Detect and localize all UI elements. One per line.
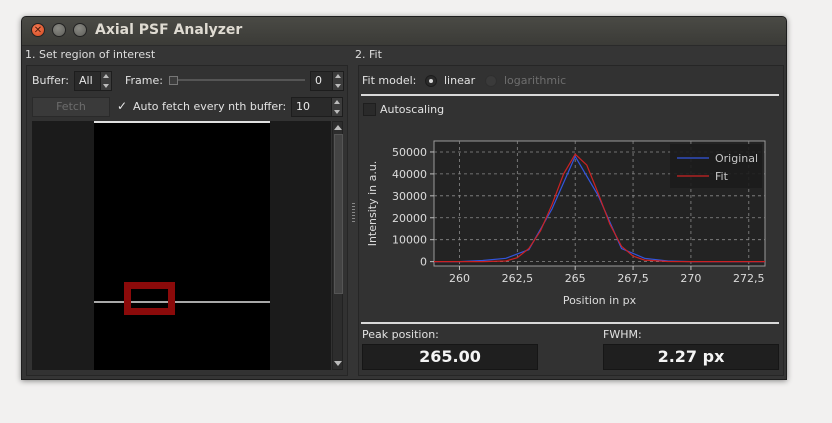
x-tick-label: 265: [565, 272, 586, 285]
minimize-window-button[interactable]: [52, 23, 66, 37]
legend-label-original: Original: [715, 152, 758, 165]
image-viewer[interactable]: [32, 121, 331, 370]
x-axis-label: Position in px: [563, 294, 637, 307]
roi-panel: Buffer: All Frame: 0 Fetch ✓ Auto fetch …: [26, 65, 348, 376]
x-tick-label: 272,5: [733, 272, 765, 285]
buffer-label: Buffer:: [32, 74, 69, 87]
frame-slider-handle[interactable]: [169, 76, 178, 85]
logarithmic-radio[interactable]: [485, 75, 497, 87]
fit-model-label: Fit model:: [362, 74, 417, 87]
linear-radio[interactable]: [425, 75, 437, 87]
fit-group-title: 2. Fit: [355, 48, 382, 61]
image-top-border: [94, 121, 270, 123]
separator-bottom: [361, 322, 779, 324]
frame-spinbox[interactable]: 0: [310, 71, 344, 91]
scroll-up-icon[interactable]: [334, 125, 342, 130]
autoscaling-label: Autoscaling: [380, 103, 445, 116]
linear-label: linear: [444, 74, 476, 87]
legend-label-fit: Fit: [715, 170, 729, 183]
roi-group-title: 1. Set region of interest: [25, 48, 156, 61]
peak-position-value: 265.00: [362, 344, 538, 370]
y-tick-label: 20000: [392, 212, 427, 225]
splitter-handle[interactable]: [352, 203, 355, 223]
scrollbar-thumb[interactable]: [334, 134, 343, 294]
auto-fetch-label: Auto fetch every nth buffer:: [133, 100, 287, 113]
frame-label: Frame:: [125, 74, 163, 87]
image-scrollbar[interactable]: [332, 121, 343, 370]
auto-fetch-spinbox[interactable]: 10: [291, 97, 343, 117]
y-tick-label: 30000: [392, 190, 427, 203]
auto-fetch-spin-arrows-icon[interactable]: [331, 98, 342, 116]
y-axis-label: Intensity in a.u.: [366, 161, 379, 247]
fit-panel: Fit model: linear logarithmic Autoscalin…: [358, 65, 784, 376]
psf-chart: 260 262,5 265 267,5 270 272,5 0 10000 20000 30000…: [366, 140, 766, 307]
x-tick-label: 262,5: [502, 272, 534, 285]
window-title: Axial PSF Analyzer: [95, 22, 243, 38]
fwhm-label: FWHM:: [603, 328, 642, 341]
x-tick-label: 260: [449, 272, 470, 285]
profile-line: [94, 301, 270, 303]
fetch-button[interactable]: Fetch: [32, 97, 110, 117]
y-tick-label: 40000: [392, 168, 427, 181]
close-window-button[interactable]: ✕: [31, 23, 45, 37]
buffer-value: All: [79, 74, 93, 87]
y-tick-label: 50000: [392, 146, 427, 159]
buffer-spin-arrows-icon[interactable]: [100, 72, 111, 90]
peak-position-label: Peak position:: [362, 328, 439, 341]
x-tick-label: 267,5: [617, 272, 649, 285]
roi-rectangle[interactable]: [124, 282, 175, 315]
fwhm-value: 2.27 px: [603, 344, 779, 370]
app-window: ✕ Axial PSF Analyzer 1. Set region of in…: [21, 16, 787, 380]
title-bar: ✕ Axial PSF Analyzer: [22, 17, 786, 46]
y-tick-label: 0: [420, 256, 427, 269]
separator-top: [361, 94, 779, 96]
frame-slider[interactable]: [169, 76, 305, 85]
maximize-window-button[interactable]: [73, 23, 87, 37]
auto-fetch-value: 10: [296, 100, 310, 113]
frame-spin-arrows-icon[interactable]: [332, 72, 343, 90]
frame-slider-track: [169, 79, 305, 81]
frame-value: 0: [315, 74, 322, 87]
logarithmic-label: logarithmic: [504, 74, 567, 87]
scroll-down-icon[interactable]: [334, 361, 342, 366]
buffer-spinbox[interactable]: All: [74, 71, 112, 91]
autoscaling-checkbox[interactable]: [363, 103, 376, 116]
x-tick-label: 270: [680, 272, 701, 285]
y-tick-label: 10000: [392, 234, 427, 247]
auto-fetch-checkmark-icon[interactable]: ✓: [117, 99, 127, 113]
image-frame: [94, 121, 270, 370]
